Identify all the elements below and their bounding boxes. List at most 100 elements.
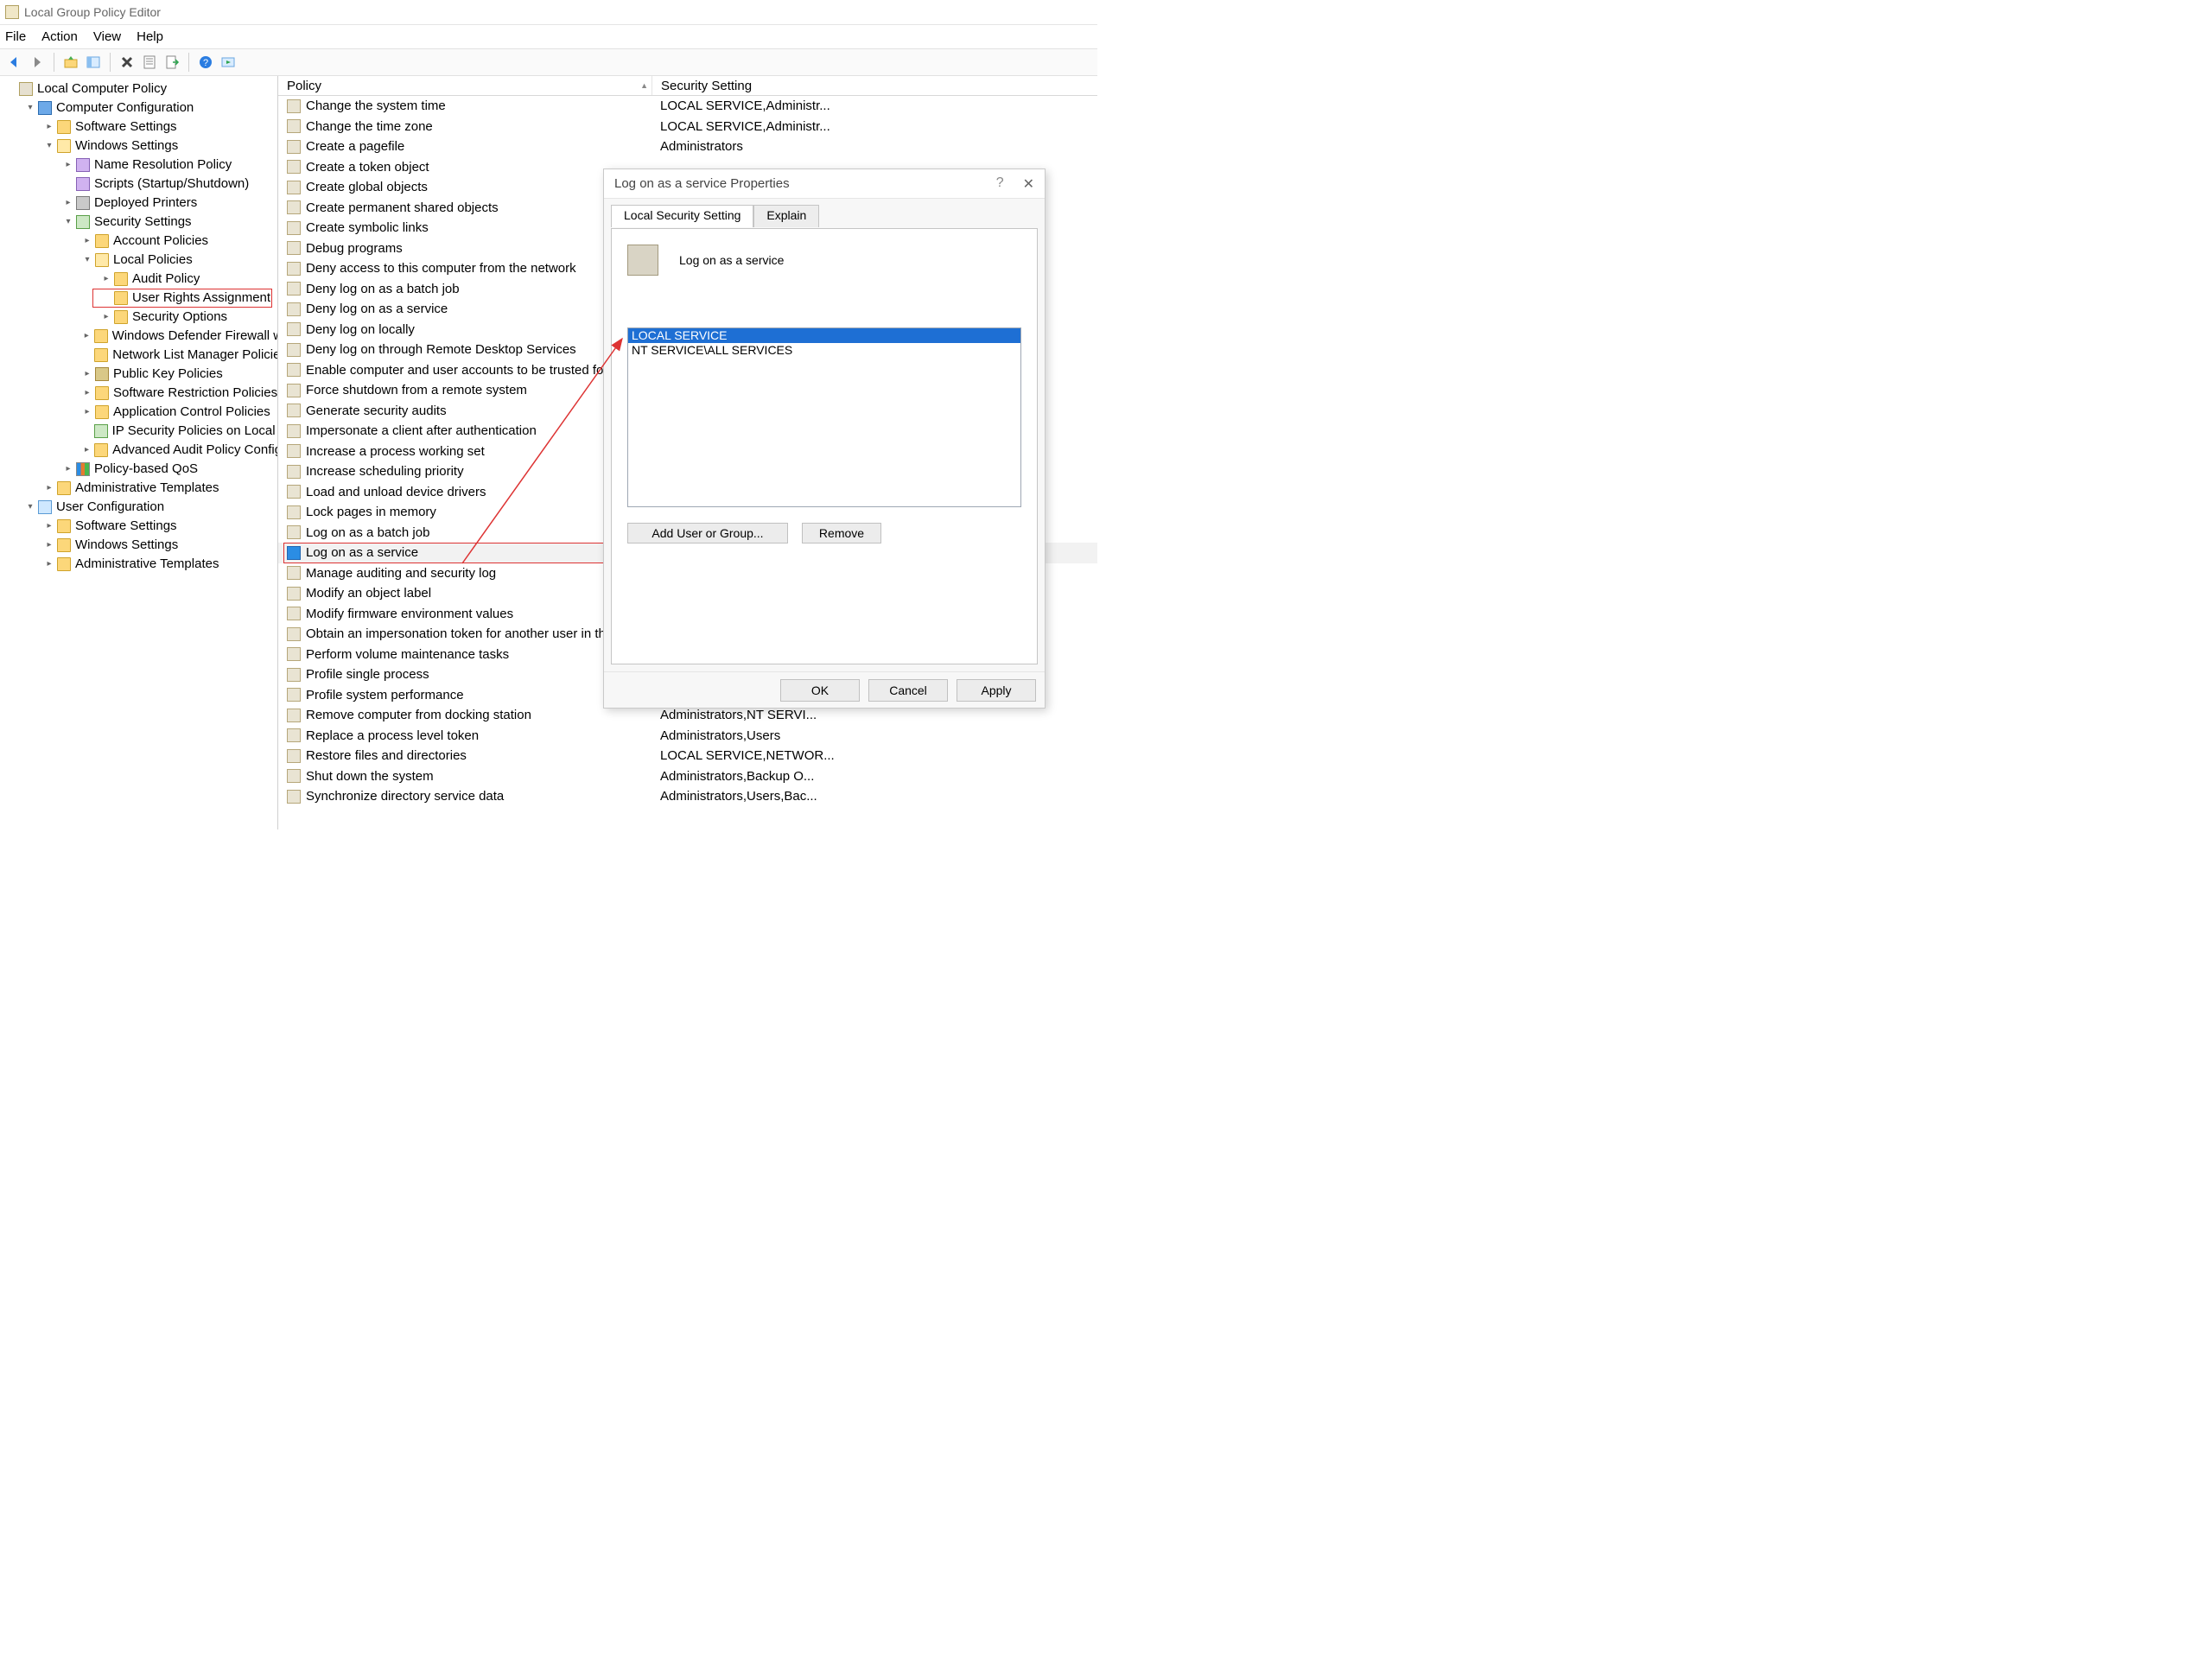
policy-row[interactable]: Create a pagefileAdministrators	[278, 137, 1097, 157]
column-header-policy[interactable]: Policy ▲	[278, 76, 652, 95]
policy-name: Deny log on locally	[306, 322, 415, 337]
back-icon[interactable]	[5, 53, 24, 72]
policy-name: Profile system performance	[306, 688, 464, 702]
tree-item[interactable]: ▸Deployed Printers	[0, 194, 277, 213]
show-hide-tree-icon[interactable]	[84, 53, 103, 72]
policy-row[interactable]: Shut down the systemAdministrators,Backu…	[278, 766, 1097, 787]
chevron-right-icon[interactable]: ▸	[62, 194, 74, 213]
tree-item[interactable]: ▸Application Control Policies	[0, 403, 277, 422]
tree-item[interactable]: ▾ Local Policies	[0, 251, 277, 270]
policy-name: Restore files and directories	[306, 748, 467, 763]
chevron-right-icon[interactable]: ▸	[43, 536, 55, 555]
tree-item[interactable]: ▾Windows Settings	[0, 137, 277, 156]
tree-item[interactable]: IP Security Policies on Local Co	[0, 422, 277, 441]
tree-item-label: Local Policies	[113, 251, 193, 270]
dialog-titlebar[interactable]: Log on as a service Properties ? ✕	[604, 169, 1045, 199]
tree-item[interactable]: ▸Security Options	[0, 308, 277, 327]
chevron-right-icon[interactable]: ▸	[43, 118, 55, 137]
tree-item[interactable]: ▸Software Settings	[0, 118, 277, 137]
policy-row[interactable]: Replace a process level tokenAdministrat…	[278, 726, 1097, 747]
tree-item[interactable]: ▸Advanced Audit Policy Configu	[0, 441, 277, 460]
tree-item[interactable]: ▸Name Resolution Policy	[0, 156, 277, 175]
tree-pane[interactable]: Local Computer Policy▾Computer Configura…	[0, 76, 278, 830]
help-icon[interactable]: ?	[196, 53, 215, 72]
properties-icon[interactable]	[140, 53, 159, 72]
dialog-help-icon[interactable]: ?	[996, 175, 1004, 193]
chevron-right-icon[interactable]: ▸	[81, 327, 92, 346]
dialog-close-icon[interactable]: ✕	[1023, 175, 1034, 193]
tree-item-label: Policy-based QoS	[94, 460, 198, 479]
policy-name: Modify firmware environment values	[306, 607, 513, 621]
tree-item[interactable]: ▸Software Settings	[0, 517, 277, 536]
policy-item-icon	[287, 384, 301, 397]
tree-item[interactable]: ▸Public Key Policies	[0, 365, 277, 384]
chevron-right-icon[interactable]: ▸	[100, 270, 112, 289]
user-list-item[interactable]: LOCAL SERVICE	[628, 328, 1020, 343]
tree-item[interactable]: ▾User Configuration	[0, 498, 277, 517]
column-header-security[interactable]: Security Setting	[652, 76, 1097, 95]
tree-item[interactable]: ▸Audit Policy	[0, 270, 277, 289]
tab-local-security-setting[interactable]: Local Security Setting	[611, 205, 753, 227]
add-user-or-group-button[interactable]: Add User or Group...	[627, 523, 788, 543]
chevron-right-icon[interactable]: ▸	[81, 403, 93, 422]
chevron-right-icon[interactable]: ▸	[81, 441, 92, 460]
chevron-down-icon[interactable]: ▾	[24, 498, 36, 517]
chevron-right-icon[interactable]: ▸	[81, 232, 93, 251]
chevron-right-icon[interactable]: ▸	[81, 365, 93, 384]
chevron-down-icon[interactable]: ▾	[24, 99, 36, 118]
tree-item[interactable]: ▸Software Restriction Policies	[0, 384, 277, 403]
tree-item-label: User Rights Assignment	[132, 289, 270, 308]
folder-o-icon	[95, 253, 109, 267]
users-listbox[interactable]: LOCAL SERVICENT SERVICE\ALL SERVICES	[627, 327, 1021, 507]
security-setting: Administrators,Users,Bac...	[652, 789, 1097, 804]
chevron-right-icon[interactable]: ▸	[62, 460, 74, 479]
chevron-down-icon[interactable]: ▾	[81, 251, 93, 270]
dialog-title: Log on as a service Properties	[614, 176, 790, 191]
menu-view[interactable]: View	[93, 29, 121, 44]
policy-row[interactable]: Restore files and directoriesLOCAL SERVI…	[278, 746, 1097, 766]
chevron-right-icon[interactable]: ▸	[100, 308, 112, 327]
run-icon[interactable]	[219, 53, 238, 72]
policy-item-icon	[287, 241, 301, 255]
remove-button[interactable]: Remove	[802, 523, 881, 543]
tree-item[interactable]: Network List Manager Policies	[0, 346, 277, 365]
delete-icon[interactable]	[118, 53, 137, 72]
tree-item[interactable]: ▸Administrative Templates	[0, 555, 277, 574]
menu-action[interactable]: Action	[41, 29, 78, 44]
user-list-item[interactable]: NT SERVICE\ALL SERVICES	[628, 343, 1020, 358]
dialog-body: Log on as a service LOCAL SERVICENT SERV…	[611, 228, 1038, 664]
chevron-right-icon[interactable]: ▸	[43, 479, 55, 498]
policy-item-icon	[287, 607, 301, 620]
policy-item-icon	[287, 627, 301, 641]
tree-item[interactable]: User Rights Assignment	[0, 289, 277, 308]
policy-row[interactable]: Change the system timeLOCAL SERVICE,Admi…	[278, 96, 1097, 117]
ok-button[interactable]: OK	[780, 679, 860, 702]
chevron-right-icon[interactable]: ▸	[81, 384, 93, 403]
chevron-right-icon[interactable]: ▸	[43, 555, 55, 574]
chevron-right-icon[interactable]: ▸	[43, 517, 55, 536]
policy-row[interactable]: Change the time zoneLOCAL SERVICE,Admini…	[278, 117, 1097, 137]
chevron-down-icon[interactable]: ▾	[43, 137, 55, 156]
folder-icon	[95, 405, 109, 419]
tree-item[interactable]: ▸Windows Settings	[0, 536, 277, 555]
tree-item[interactable]: ▾Computer Configuration	[0, 99, 277, 118]
tree-item[interactable]: ▸Administrative Templates	[0, 479, 277, 498]
cancel-button[interactable]: Cancel	[868, 679, 948, 702]
chevron-down-icon[interactable]: ▾	[62, 213, 74, 232]
apply-button[interactable]: Apply	[957, 679, 1036, 702]
tree-item[interactable]: ▾Security Settings	[0, 213, 277, 232]
tree-item[interactable]: ▸ Policy-based QoS	[0, 460, 277, 479]
chevron-right-icon[interactable]: ▸	[62, 156, 74, 175]
export-icon[interactable]	[162, 53, 181, 72]
tree-item[interactable]: Local Computer Policy	[0, 79, 277, 99]
tree-item[interactable]: Scripts (Startup/Shutdown)	[0, 175, 277, 194]
folder-icon	[57, 519, 71, 533]
tab-explain[interactable]: Explain	[753, 205, 819, 227]
menu-help[interactable]: Help	[137, 29, 163, 44]
tree-item[interactable]: ▸Account Policies	[0, 232, 277, 251]
up-folder-icon[interactable]	[61, 53, 80, 72]
menu-file[interactable]: File	[5, 29, 26, 44]
policy-row[interactable]: Synchronize directory service dataAdmini…	[278, 786, 1097, 807]
forward-icon[interactable]	[28, 53, 47, 72]
tree-item[interactable]: ▸Windows Defender Firewall with	[0, 327, 277, 346]
